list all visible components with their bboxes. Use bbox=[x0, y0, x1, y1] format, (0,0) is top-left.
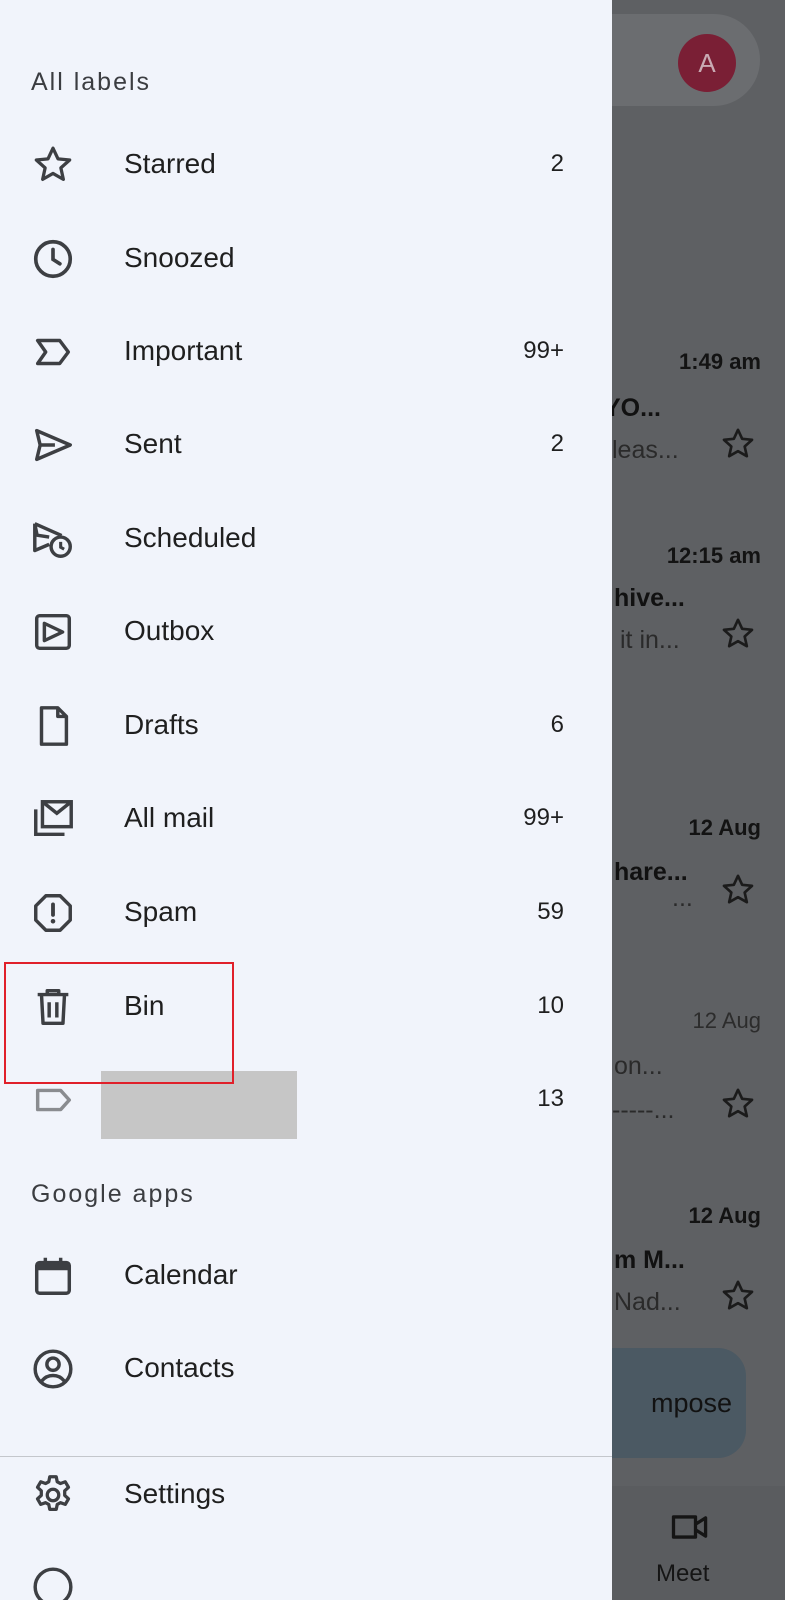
drawer-item-label: Calendar bbox=[124, 1259, 238, 1290]
send-icon bbox=[30, 422, 76, 468]
drawer-item-snoozed[interactable]: Snoozed bbox=[0, 212, 612, 306]
drawer-item-count: 2 bbox=[550, 430, 564, 457]
star-icon[interactable] bbox=[718, 1276, 758, 1316]
email-time: 12 Aug bbox=[688, 815, 761, 840]
drawer-item-count: 10 bbox=[537, 992, 564, 1019]
navigation-drawer: All labels Starred 2 Snoozed Important 9… bbox=[0, 0, 612, 1600]
drawer-item-count: 6 bbox=[550, 711, 564, 738]
email-snippet: it in... bbox=[620, 626, 680, 654]
email-time: 12 Aug bbox=[688, 1203, 761, 1228]
email-subject: m M... bbox=[614, 1246, 685, 1274]
drawer-item-count: 99+ bbox=[523, 804, 564, 831]
important-icon bbox=[30, 329, 76, 375]
all-labels-heading: All labels bbox=[31, 68, 152, 96]
email-subject: YO... bbox=[604, 394, 661, 422]
draft-icon bbox=[30, 703, 76, 749]
drawer-item-count: 13 bbox=[537, 1085, 564, 1112]
star-icon[interactable] bbox=[718, 424, 758, 464]
drawer-item-label: Scheduled bbox=[124, 522, 257, 553]
drawer-item-label: Contacts bbox=[124, 1352, 235, 1383]
gear-icon bbox=[30, 1472, 76, 1518]
email-snippet: ... bbox=[672, 884, 693, 912]
email-snippet: -----... bbox=[612, 1096, 675, 1124]
star-icon[interactable] bbox=[718, 1084, 758, 1124]
drawer-item-important[interactable]: Important 99+ bbox=[0, 305, 612, 399]
contacts-icon bbox=[30, 1346, 76, 1392]
clock-icon bbox=[30, 236, 76, 282]
scheduled-send-icon bbox=[30, 516, 76, 562]
meet-tab-label[interactable]: Meet bbox=[656, 1560, 709, 1588]
email-time: 1:49 am bbox=[679, 349, 761, 374]
drawer-item-drafts[interactable]: Drafts 6 bbox=[0, 679, 612, 773]
google-apps-heading: Google apps bbox=[31, 1180, 195, 1208]
drawer-item-label: Spam bbox=[124, 896, 198, 927]
video-camera-icon[interactable] bbox=[668, 1505, 712, 1549]
help-icon bbox=[30, 1564, 76, 1600]
email-time: 12:15 am bbox=[666, 543, 761, 568]
drawer-item-settings[interactable]: Settings bbox=[0, 1448, 612, 1542]
email-subject: on... bbox=[614, 1052, 663, 1080]
drawer-item-label: Starred bbox=[124, 148, 216, 179]
drawer-item-spam[interactable]: Spam 59 bbox=[0, 866, 612, 960]
drawer-item-scheduled[interactable]: Scheduled bbox=[0, 492, 612, 586]
star-icon bbox=[30, 142, 76, 188]
drawer-item-label: All mail bbox=[124, 802, 215, 833]
outbox-icon bbox=[30, 609, 76, 655]
all-mail-icon bbox=[30, 796, 76, 842]
drawer-item-label: Snoozed bbox=[124, 242, 235, 273]
compose-label: mpose bbox=[650, 1387, 732, 1418]
drawer-item-label: Settings bbox=[124, 1478, 226, 1509]
spam-icon bbox=[30, 890, 76, 936]
drawer-item-count: 99+ bbox=[523, 337, 564, 364]
drawer-item-count: 2 bbox=[550, 150, 564, 177]
drawer-item-count: 59 bbox=[537, 898, 564, 925]
star-icon[interactable] bbox=[718, 870, 758, 910]
avatar[interactable]: A bbox=[678, 34, 736, 92]
email-subject: hare... bbox=[614, 858, 688, 886]
drawer-item-help[interactable] bbox=[0, 1540, 612, 1600]
drawer-item-sent[interactable]: Sent 2 bbox=[0, 398, 612, 492]
drawer-item-label: Drafts bbox=[124, 709, 199, 740]
drawer-item-label: Outbox bbox=[124, 615, 215, 646]
drawer-item-starred[interactable]: Starred 2 bbox=[0, 118, 612, 212]
drawer-item-contacts[interactable]: Contacts bbox=[0, 1322, 612, 1416]
drawer-item-label: Sent bbox=[124, 428, 182, 459]
star-icon[interactable] bbox=[718, 614, 758, 654]
email-time: 12 Aug bbox=[692, 1008, 761, 1033]
email-snippet: leas... bbox=[612, 436, 679, 464]
calendar-icon bbox=[30, 1253, 76, 1299]
highlight-box bbox=[4, 962, 234, 1084]
drawer-item-calendar[interactable]: Calendar bbox=[0, 1229, 612, 1323]
email-subject: hive... bbox=[614, 584, 685, 612]
drawer-item-all-mail[interactable]: All mail 99+ bbox=[0, 772, 612, 866]
drawer-item-outbox[interactable]: Outbox bbox=[0, 585, 612, 679]
email-snippet: Nad... bbox=[614, 1288, 681, 1316]
drawer-item-label: Important bbox=[124, 335, 243, 366]
